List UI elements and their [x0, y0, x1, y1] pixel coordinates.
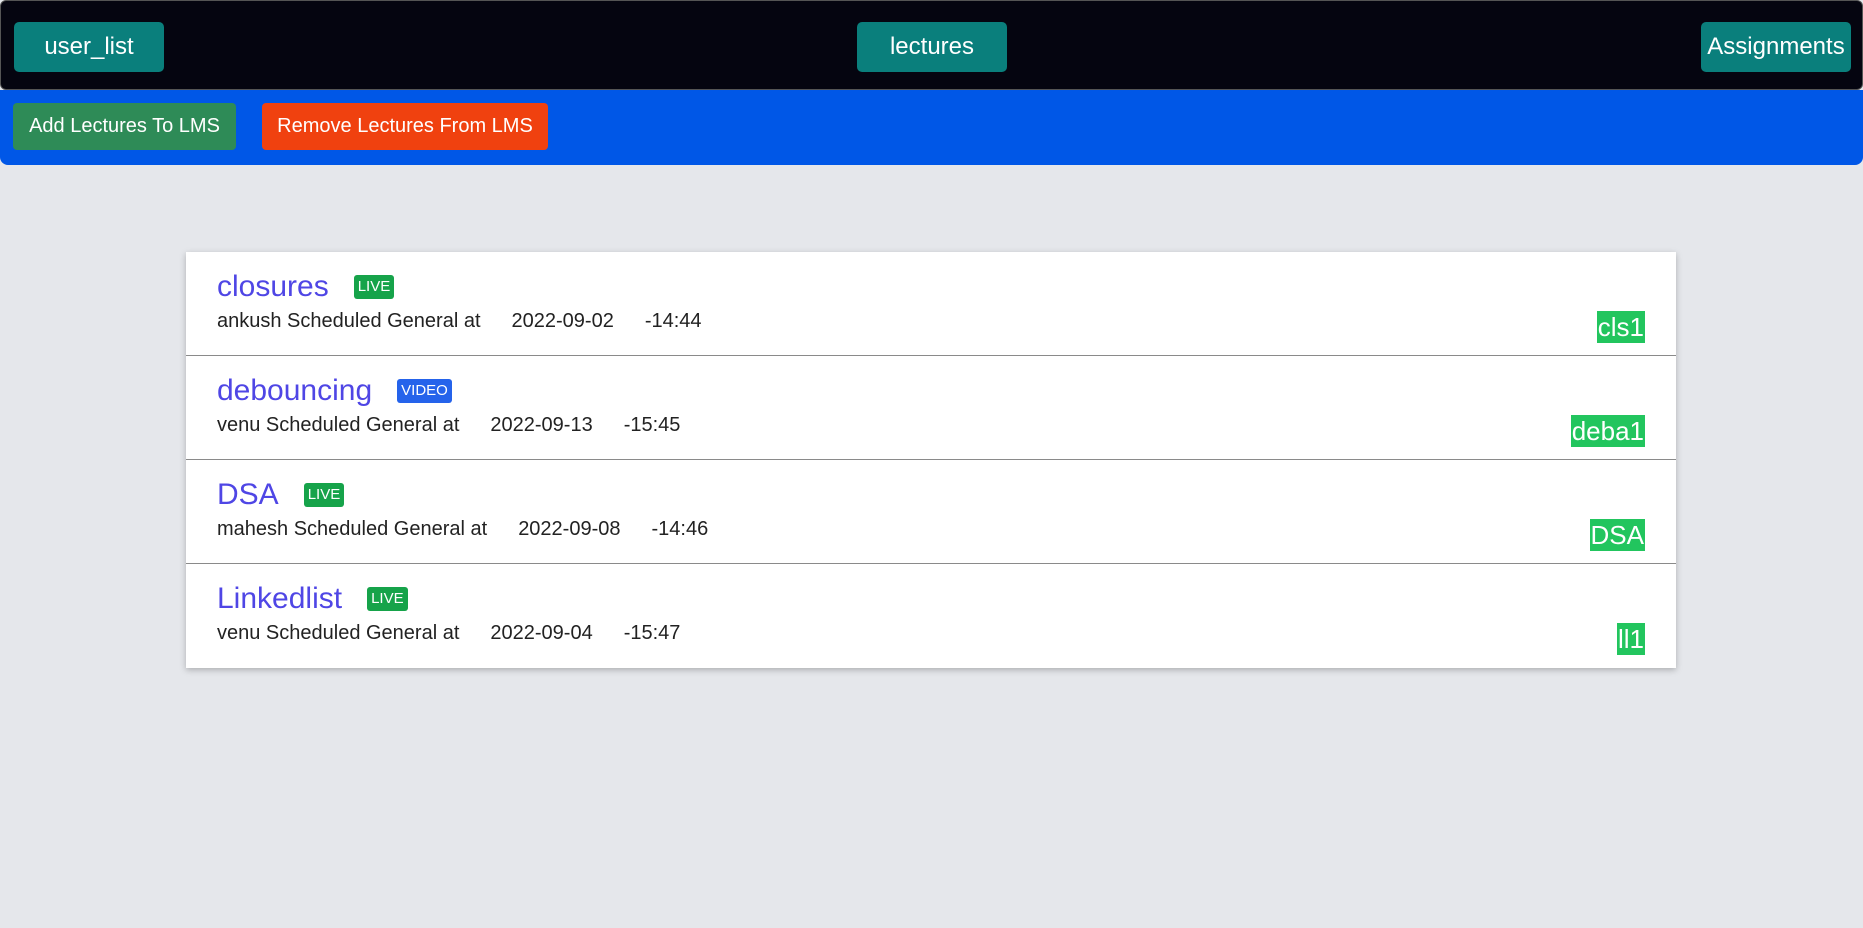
top-navbar: user_list lectures Assignments — [0, 0, 1863, 90]
add-lectures-button[interactable]: Add Lectures To LMS — [13, 103, 236, 150]
lecture-title[interactable]: Linkedlist — [217, 582, 342, 616]
lecture-schedule-text: ankush Scheduled General at — [217, 310, 481, 332]
lecture-schedule-text: venu Scheduled General at — [217, 414, 460, 436]
user-list-button[interactable]: user_list — [14, 22, 164, 72]
lecture-row[interactable]: Linkedlist LIVE venu Scheduled General a… — [186, 564, 1676, 668]
lecture-date: 2022-09-04 — [490, 622, 593, 644]
lecture-schedule-text: mahesh Scheduled General at — [217, 518, 488, 540]
lecture-title[interactable]: DSA — [217, 478, 279, 512]
lecture-type-badge: LIVE — [367, 587, 408, 611]
lecture-type-badge: VIDEO — [397, 379, 452, 403]
lecture-title-line: Linkedlist LIVE — [217, 582, 408, 616]
lecture-title-line: closures LIVE — [217, 270, 395, 304]
lecture-meta: mahesh Scheduled General at 2022-09-08 -… — [217, 518, 708, 541]
lecture-list: closures LIVE ankush Scheduled General a… — [186, 252, 1676, 668]
lecture-title-line: debouncing VIDEO — [217, 374, 452, 408]
lecture-meta: venu Scheduled General at 2022-09-04 -15… — [217, 622, 680, 645]
lecture-title[interactable]: debouncing — [217, 374, 372, 408]
lecture-title[interactable]: closures — [217, 270, 329, 304]
lecture-row[interactable]: DSA LIVE mahesh Scheduled General at 202… — [186, 460, 1676, 564]
lecture-title-line: DSA LIVE — [217, 478, 345, 512]
lecture-code-tag: ll1 — [1616, 623, 1645, 655]
lecture-time: -14:46 — [651, 518, 709, 540]
lecture-date: 2022-09-13 — [490, 414, 593, 436]
action-bar: Add Lectures To LMS Remove Lectures From… — [0, 90, 1863, 165]
lecture-time: -15:47 — [623, 622, 681, 644]
lecture-type-badge: LIVE — [303, 483, 345, 507]
assignments-button[interactable]: Assignments — [1701, 22, 1851, 72]
lecture-type-badge: LIVE — [353, 275, 395, 299]
lecture-code-tag: deba1 — [1570, 415, 1645, 447]
lecture-row[interactable]: debouncing VIDEO venu Scheduled General … — [186, 356, 1676, 460]
lecture-meta: venu Scheduled General at 2022-09-13 -15… — [217, 414, 680, 437]
lectures-button[interactable]: lectures — [857, 22, 1007, 72]
lecture-schedule-text: venu Scheduled General at — [217, 622, 460, 644]
lecture-time: -14:44 — [644, 310, 702, 332]
lecture-row[interactable]: closures LIVE ankush Scheduled General a… — [186, 252, 1676, 356]
lecture-date: 2022-09-02 — [511, 310, 614, 332]
lecture-date: 2022-09-08 — [518, 518, 621, 540]
lecture-code-tag: DSA — [1589, 519, 1645, 551]
lecture-time: -15:45 — [623, 414, 681, 436]
lecture-meta: ankush Scheduled General at 2022-09-02 -… — [217, 310, 702, 333]
lecture-code-tag: cls1 — [1596, 311, 1645, 343]
remove-lectures-button[interactable]: Remove Lectures From LMS — [262, 103, 548, 150]
